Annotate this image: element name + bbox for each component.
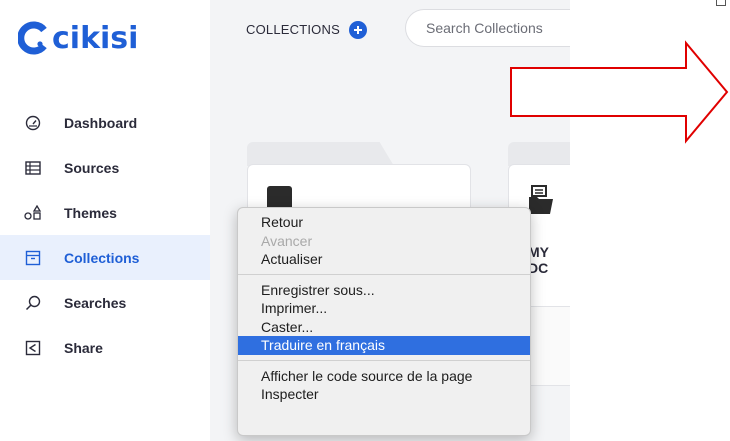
menu-item-retour[interactable]: Retour bbox=[238, 213, 530, 232]
menu-separator bbox=[238, 273, 530, 275]
sidebar-item-dashboard[interactable]: Dashboard bbox=[0, 100, 210, 145]
add-collection-button[interactable] bbox=[349, 21, 367, 39]
collections-title: COLLECTIONS bbox=[246, 22, 340, 37]
window-corner-icon bbox=[716, 0, 726, 6]
red-arrow-annotation-icon bbox=[510, 40, 729, 144]
menu-item-avancer: Avancer bbox=[261, 232, 313, 249]
sidebar-item-label: Sources bbox=[64, 159, 120, 176]
open-folder-icon bbox=[529, 185, 553, 214]
folder-tab bbox=[247, 142, 377, 166]
menu-separator bbox=[238, 359, 530, 361]
logo-c-icon bbox=[18, 21, 47, 55]
search-icon bbox=[24, 294, 42, 312]
menu-item-imprimer[interactable]: Imprimer... bbox=[238, 299, 530, 318]
menu-item-inspecter[interactable]: Inspecter bbox=[238, 385, 530, 404]
sidebar-item-label: Searches bbox=[64, 294, 127, 311]
menu-item-caster[interactable]: Caster... bbox=[238, 318, 530, 337]
menu-item-actualiser[interactable]: Actualiser bbox=[238, 250, 530, 269]
sidebar: cikisi Dashboard Sources Themes Collecti… bbox=[0, 0, 210, 441]
logo-text: cikisi bbox=[52, 20, 139, 56]
collections-box-icon bbox=[24, 249, 42, 267]
sidebar-item-label: Share bbox=[64, 339, 103, 356]
sidebar-item-collections[interactable]: Collections bbox=[0, 235, 210, 280]
sidebar-item-share[interactable]: Share bbox=[0, 325, 210, 370]
collection-card-label: MY DC bbox=[528, 244, 549, 276]
sources-list-icon bbox=[24, 159, 42, 177]
sidebar-item-label: Collections bbox=[64, 249, 140, 266]
sidebar-item-label: Themes bbox=[64, 204, 117, 221]
share-icon bbox=[24, 339, 42, 357]
sidebar-item-sources[interactable]: Sources bbox=[0, 145, 210, 190]
context-menu: Retour Avancer Actualiser Enregistrer so… bbox=[237, 207, 531, 436]
themes-shapes-icon bbox=[24, 204, 42, 222]
folder-tab bbox=[508, 142, 570, 166]
menu-item-traduire[interactable]: Traduire en français bbox=[238, 336, 530, 355]
menu-item-enregistrer-sous[interactable]: Enregistrer sous... bbox=[238, 281, 530, 300]
folder-tab-slant bbox=[370, 142, 394, 166]
menu-item-code-source[interactable]: Afficher le code source de la page bbox=[238, 367, 530, 386]
sidebar-item-label: Dashboard bbox=[64, 114, 138, 131]
sidebar-item-searches[interactable]: Searches bbox=[0, 280, 210, 325]
sidebar-nav: Dashboard Sources Themes Collections Sea… bbox=[0, 100, 210, 370]
plus-icon bbox=[354, 26, 362, 34]
cikisi-logo[interactable]: cikisi bbox=[18, 18, 138, 58]
sidebar-item-themes[interactable]: Themes bbox=[0, 190, 210, 235]
dashboard-gauge-icon bbox=[24, 114, 42, 132]
